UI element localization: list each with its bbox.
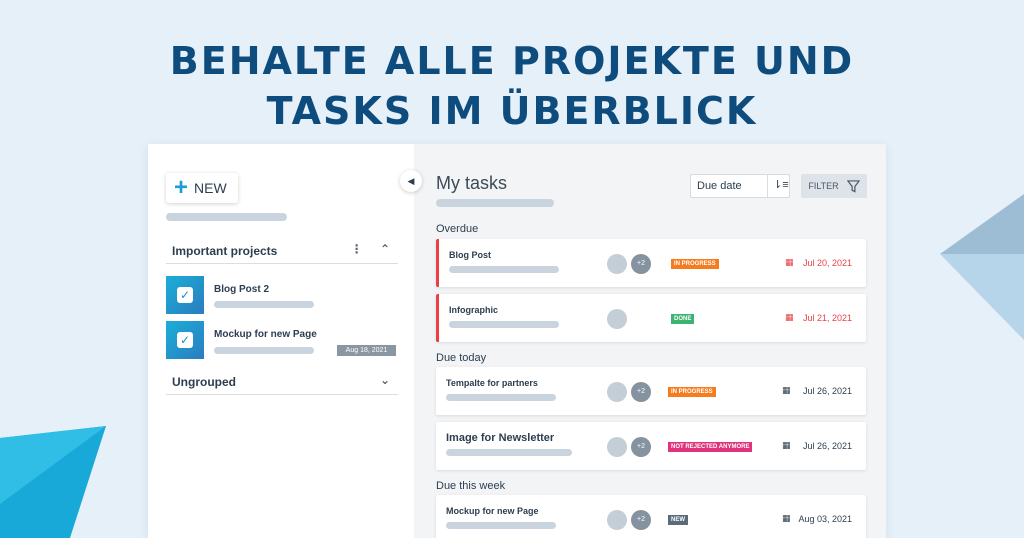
filter-button[interactable]: FILTER bbox=[801, 174, 867, 198]
placeholder-bar bbox=[166, 213, 287, 221]
headline: BEHALTE ALLE PROJEKTE UND TASKS IM ÜBERB… bbox=[0, 36, 1024, 136]
collapse-sidebar-button[interactable]: ◀ bbox=[400, 170, 422, 192]
project-title[interactable]: Mockup for new Page bbox=[214, 329, 317, 340]
ungrouped-header[interactable]: Ungrouped ⌄ bbox=[166, 373, 398, 395]
avatar-more[interactable]: +2 bbox=[631, 254, 651, 274]
ungrouped-title: Ungrouped bbox=[172, 375, 236, 389]
avatar-more[interactable]: +2 bbox=[631, 437, 651, 457]
chevron-down-icon[interactable]: ⌄ bbox=[380, 373, 390, 387]
placeholder-bar bbox=[446, 522, 556, 529]
status-badge: NEW bbox=[668, 515, 688, 525]
task-name: Tempalte for partners bbox=[446, 378, 538, 388]
project-thumbnail[interactable]: ✓ bbox=[166, 321, 204, 359]
calendar-icon: ▦ bbox=[785, 312, 794, 322]
task-due-date: Jul 26, 2021 bbox=[802, 386, 852, 396]
status-badge: NOT REJECTED ANYMORE bbox=[668, 442, 753, 452]
page-title: My tasks bbox=[436, 173, 508, 193]
task-due-date: Aug 03, 2021 bbox=[798, 514, 852, 524]
chevron-left-icon: ◀ bbox=[407, 176, 415, 186]
more-options-icon[interactable]: ⋮ bbox=[351, 242, 363, 256]
placeholder-bar bbox=[436, 199, 554, 207]
project-title[interactable]: Blog Post 2 bbox=[214, 284, 269, 295]
headline-line-2: TASKS IM ÜBERBLICK bbox=[266, 89, 758, 133]
checkbox-icon: ✓ bbox=[177, 287, 193, 303]
avatar-more[interactable]: +2 bbox=[631, 382, 651, 402]
status-badge: IN PROGRESS bbox=[671, 259, 719, 269]
group-label: Due today bbox=[436, 352, 487, 364]
avatar[interactable] bbox=[607, 309, 627, 329]
placeholder-bar bbox=[214, 347, 314, 354]
avatar-more[interactable]: +2 bbox=[631, 510, 651, 530]
avatar[interactable] bbox=[607, 510, 627, 530]
placeholder-bar bbox=[214, 301, 314, 308]
placeholder-bar bbox=[449, 321, 559, 328]
app-window: + NEW Important projects ⋮ ⌃ ✓ Blog Post… bbox=[148, 144, 886, 538]
group-label: Overdue bbox=[436, 223, 479, 235]
important-projects-title: Important projects bbox=[172, 244, 278, 258]
sort-direction-icon[interactable]: ⇂≡ bbox=[773, 178, 789, 191]
group-label: Due this week bbox=[436, 480, 506, 492]
calendar-icon: ▦ bbox=[782, 513, 791, 523]
task-name: Image for Newsletter bbox=[446, 432, 555, 444]
task-card[interactable]: Mockup for new Page +2 NEW ▦ Aug 03, 202… bbox=[436, 495, 866, 538]
task-card[interactable]: Blog Post +2 IN PROGRESS ▦ Jul 20, 2021 bbox=[436, 239, 866, 287]
calendar-icon: ▦ bbox=[782, 440, 791, 450]
task-name: Infographic bbox=[449, 305, 498, 315]
status-badge: IN PROGRESS bbox=[668, 387, 716, 397]
task-card[interactable]: Image for Newsletter +2 NOT REJECTED ANY… bbox=[436, 422, 866, 470]
task-name: Blog Post bbox=[449, 250, 491, 260]
task-due-date: Jul 26, 2021 bbox=[802, 441, 852, 451]
task-name: Mockup for new Page bbox=[446, 506, 539, 516]
project-thumbnail[interactable]: ✓ bbox=[166, 276, 204, 314]
checkbox-icon: ✓ bbox=[177, 332, 193, 348]
task-due-date: Jul 21, 2021 bbox=[802, 313, 852, 323]
filter-button-label: FILTER bbox=[808, 181, 839, 191]
calendar-icon: ▦ bbox=[785, 257, 794, 267]
task-card[interactable]: Tempalte for partners +2 IN PROGRESS ▦ J… bbox=[436, 367, 866, 415]
task-due-date: Jul 20, 2021 bbox=[802, 258, 852, 268]
sort-select[interactable]: Due date ⇂≡ bbox=[690, 174, 790, 198]
calendar-icon: ▦ bbox=[782, 385, 791, 395]
avatar[interactable] bbox=[607, 254, 627, 274]
headline-line-1: BEHALTE ALLE PROJEKTE UND bbox=[169, 39, 855, 83]
placeholder-bar bbox=[446, 449, 572, 456]
project-date-chip: Aug 18, 2021 bbox=[337, 345, 396, 356]
important-projects-header[interactable]: Important projects ⋮ ⌃ bbox=[166, 242, 398, 264]
new-button[interactable]: + NEW bbox=[166, 173, 238, 203]
chevron-up-icon[interactable]: ⌃ bbox=[380, 242, 390, 256]
sort-select-value: Due date bbox=[697, 180, 742, 192]
placeholder-bar bbox=[446, 394, 556, 401]
avatar[interactable] bbox=[607, 382, 627, 402]
sidebar: + NEW Important projects ⋮ ⌃ ✓ Blog Post… bbox=[148, 144, 414, 538]
status-badge: DONE bbox=[671, 314, 695, 324]
plus-icon: + bbox=[174, 174, 189, 201]
filter-icon bbox=[846, 179, 860, 193]
decor-paper-plane-right bbox=[940, 194, 1024, 340]
main-panel: My tasks Due date ⇂≡ FILTER Overdue Blog… bbox=[414, 144, 886, 538]
placeholder-bar bbox=[449, 266, 559, 273]
task-card[interactable]: Infographic DONE ▦ Jul 21, 2021 bbox=[436, 294, 866, 342]
avatar[interactable] bbox=[607, 437, 627, 457]
decor-paper-plane-left bbox=[0, 426, 106, 538]
new-button-label: NEW bbox=[194, 180, 227, 196]
